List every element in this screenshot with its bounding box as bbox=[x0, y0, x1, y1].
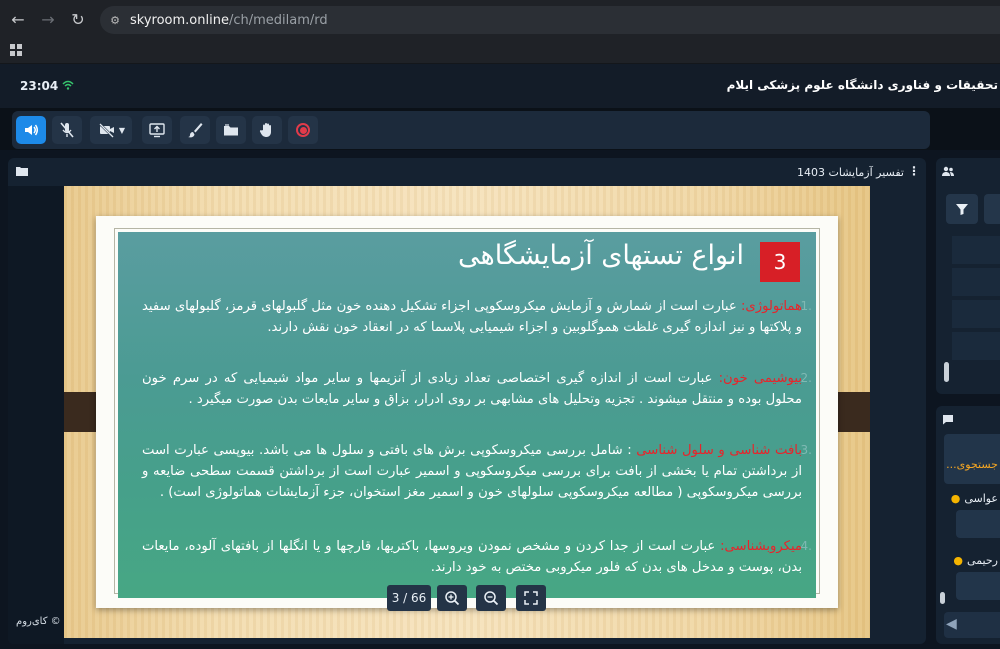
fullscreen-icon bbox=[524, 591, 538, 605]
bullet-number: 3. bbox=[800, 443, 812, 457]
users-panel bbox=[936, 158, 1000, 394]
list-item[interactable] bbox=[952, 236, 1000, 264]
chat-search-placeholder: جستجوی... bbox=[946, 458, 998, 471]
zoom-in-button[interactable] bbox=[437, 585, 467, 611]
camera-button[interactable]: ▼ bbox=[90, 116, 132, 144]
room-header: 23:04 تحقیقات و فناوری دانشگاه علوم پزشک… bbox=[0, 64, 1000, 108]
fullscreen-button[interactable] bbox=[516, 585, 546, 611]
bullet-item: 1. هماتولوژی: عبارت است از شمارش و آزمای… bbox=[142, 296, 812, 338]
folder-icon bbox=[224, 124, 238, 136]
chat-panel: جستجوی... عواسی ● رحیمی ● ◀ bbox=[936, 406, 1000, 644]
users-scrollbar[interactable] bbox=[944, 362, 949, 382]
user-icon: ● bbox=[953, 554, 964, 567]
list-item[interactable] bbox=[952, 300, 1000, 328]
chat-sender: رحیمی ● bbox=[953, 554, 998, 567]
mic-muted-icon bbox=[60, 122, 74, 138]
screen-share-icon bbox=[149, 123, 165, 138]
record-button[interactable] bbox=[288, 116, 318, 144]
chat-sender-name: عواسی bbox=[964, 492, 998, 505]
more-options-icon[interactable]: ⋮ bbox=[908, 164, 920, 178]
bullet-item: 2. بیوشیمی خون: عبارت است از اندازه گیری… bbox=[142, 368, 812, 410]
slide-content: 3 انواع تستهای آزمایشگاهی 1. هماتولوژی: … bbox=[118, 232, 816, 598]
chevron-down-icon: ▼ bbox=[118, 125, 126, 135]
forward-icon[interactable]: → bbox=[36, 7, 60, 31]
bullet-text: عبارت است از شمارش و آزمایش میکروسکوپی ا… bbox=[142, 299, 802, 335]
chat-icon bbox=[942, 414, 954, 428]
chat-message bbox=[956, 572, 1000, 600]
bullet-item: 3. بافت شناسی و سلول شناسی : شامل بررسی … bbox=[142, 440, 812, 503]
bullet-number: 4. bbox=[800, 539, 812, 553]
folder-icon bbox=[16, 166, 28, 179]
zoom-in-icon bbox=[445, 591, 460, 606]
bullet-number: 2. bbox=[800, 371, 812, 385]
filter-button[interactable] bbox=[946, 194, 978, 224]
raise-hand-icon bbox=[259, 123, 271, 137]
url-path: /ch/medilam/rd bbox=[228, 12, 328, 28]
chat-scrollbar[interactable] bbox=[940, 592, 945, 604]
page-indicator: 3 / 66 bbox=[387, 585, 431, 611]
back-icon[interactable]: ← bbox=[6, 7, 30, 31]
address-bar[interactable]: ⚙ skyroom.online /ch/medilam/rd bbox=[100, 6, 1000, 34]
record-icon bbox=[296, 123, 310, 137]
room-toolbar: ▼ bbox=[0, 108, 1000, 150]
chat-message bbox=[956, 510, 1000, 538]
bullet-term: هماتولوژی: bbox=[740, 299, 802, 314]
bullet-text: عبارت است از جدا کردن و مشخص نمودن ویروس… bbox=[142, 539, 802, 575]
bullet-number: 1. bbox=[800, 299, 812, 313]
send-icon[interactable]: ◀ bbox=[946, 616, 957, 632]
skyroom-credit: © کای‌روم bbox=[16, 616, 61, 627]
bullet-term: میکروبشناسی: bbox=[720, 539, 802, 554]
chat-sender-name: رحیمی bbox=[967, 554, 998, 567]
bullet-text: عبارت است از اندازه گیری اختصاصی تعداد ز… bbox=[142, 371, 802, 407]
bullet-item: 4. میکروبشناسی: عبارت است از جدا کردن و … bbox=[142, 536, 812, 578]
users-icon bbox=[942, 166, 954, 179]
brush-icon bbox=[188, 123, 203, 138]
bookmarks-bar bbox=[0, 38, 1000, 64]
user-search-input[interactable] bbox=[984, 194, 1000, 224]
bullet-term: بیوشیمی خون: bbox=[718, 371, 802, 386]
chat-search-box[interactable]: جستجوی... bbox=[944, 434, 1000, 484]
camera-off-icon bbox=[99, 123, 114, 138]
url-host: skyroom.online bbox=[130, 12, 229, 28]
slide-number: 3 bbox=[760, 242, 800, 282]
mic-button[interactable] bbox=[52, 116, 82, 144]
slide: 3 انواع تستهای آزمایشگاهی 1. هماتولوژی: … bbox=[64, 186, 870, 638]
org-title: تحقیقات و فناوری دانشگاه علوم پزشکی ایلا… bbox=[726, 78, 998, 92]
files-button[interactable] bbox=[216, 116, 246, 144]
zoom-out-icon bbox=[484, 591, 499, 606]
list-item[interactable] bbox=[952, 268, 1000, 296]
bullet-term: بافت شناسی و سلول شناسی bbox=[636, 443, 802, 458]
presentation-title: تفسیر آزمایشات 1403 bbox=[796, 166, 904, 179]
presentation-rail bbox=[8, 186, 64, 644]
screen-share-button[interactable] bbox=[142, 116, 172, 144]
reload-icon[interactable]: ↻ bbox=[66, 7, 90, 31]
chat-sender: عواسی ● bbox=[951, 492, 998, 505]
browser-toolbar: ← → ↻ ⚙ skyroom.online /ch/medilam/rd bbox=[0, 0, 1000, 38]
raise-hand-button[interactable] bbox=[252, 116, 282, 144]
site-info-icon[interactable]: ⚙ bbox=[108, 13, 122, 27]
slide-card: 3 انواع تستهای آزمایشگاهی 1. هماتولوژی: … bbox=[96, 216, 838, 608]
brush-button[interactable] bbox=[180, 116, 210, 144]
wifi-signal-icon bbox=[62, 80, 74, 90]
zoom-out-button[interactable] bbox=[476, 585, 506, 611]
user-icon: ● bbox=[950, 492, 961, 505]
list-item[interactable] bbox=[952, 332, 1000, 360]
presentation-header: تفسیر آزمایشات 1403 ⋮ bbox=[8, 158, 926, 186]
speaker-button[interactable] bbox=[16, 116, 46, 144]
apps-icon[interactable] bbox=[10, 44, 22, 56]
clock: 23:04 bbox=[20, 79, 59, 93]
tool-group: ▼ bbox=[12, 111, 930, 149]
speaker-icon bbox=[25, 124, 38, 136]
slide-heading: انواع تستهای آزمایشگاهی bbox=[457, 240, 744, 271]
filter-icon bbox=[956, 204, 968, 215]
presentation-panel: تفسیر آزمایشات 1403 ⋮ 3 انواع تستهای آزم… bbox=[8, 158, 926, 644]
